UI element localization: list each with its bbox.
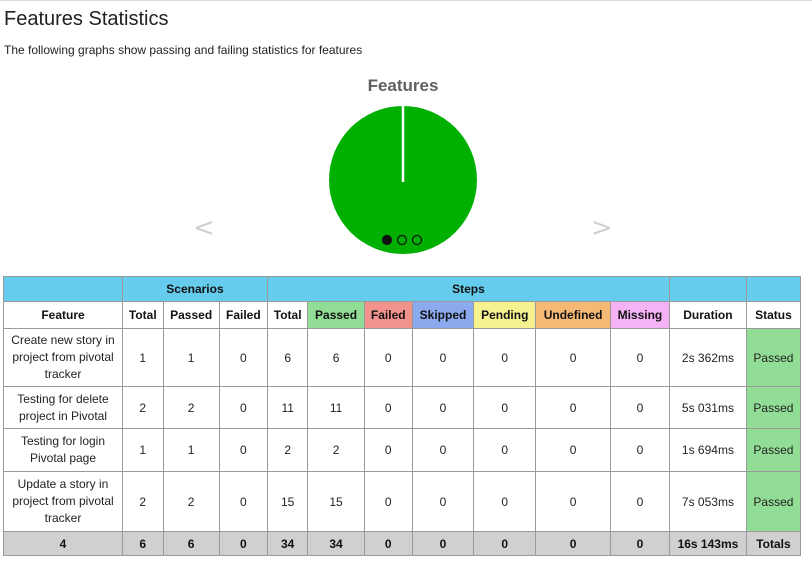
steps-pending-cell: 0 <box>473 386 537 429</box>
status-badge: Passed <box>745 428 802 472</box>
total-steps-undefined-cell: 0 <box>535 531 611 556</box>
status-badge: Passed <box>745 471 802 532</box>
steps-skipped-cell: 0 <box>411 471 475 532</box>
steps-failed-cell: 0 <box>363 328 413 387</box>
totals-row: 4 6 6 0 34 34 0 0 0 0 0 16s 143ms Totals <box>3 531 802 556</box>
column-header-steps-passed[interactable]: Passed <box>307 301 365 329</box>
scenarios-failed-cell: 0 <box>218 386 268 429</box>
feature-link[interactable]: Create new story in project from pivotal… <box>3 328 123 387</box>
steps-missing-cell: 0 <box>609 471 671 532</box>
feature-statistics-table: Scenarios Steps Feature Total Passed Fai… <box>3 276 802 556</box>
column-header-steps-missing[interactable]: Missing <box>609 301 671 329</box>
column-header-feature[interactable]: Feature <box>3 301 123 329</box>
totals-label-cell: Totals <box>745 531 802 556</box>
duration-cell: 7s 053ms <box>669 471 747 532</box>
scenarios-failed-cell: 0 <box>218 428 268 472</box>
steps-undefined-cell: 0 <box>535 328 611 387</box>
group-header-scenarios: Scenarios <box>122 276 268 302</box>
table-row: Create new story in project from pivotal… <box>3 328 802 387</box>
carousel-page-dot-1[interactable] <box>381 234 393 246</box>
duration-cell: 1s 694ms <box>669 428 747 472</box>
total-scenarios-failed-cell: 0 <box>218 531 268 556</box>
feature-link[interactable]: Testing for delete project in Pivotal <box>3 386 123 429</box>
steps-total-cell: 6 <box>266 328 309 387</box>
group-header-empty-duration <box>669 276 747 302</box>
column-header-scenarios-passed[interactable]: Passed <box>162 301 220 329</box>
total-steps-missing-cell: 0 <box>609 531 671 556</box>
steps-undefined-cell: 0 <box>535 471 611 532</box>
steps-missing-cell: 0 <box>609 428 671 472</box>
steps-pending-cell: 0 <box>473 428 537 472</box>
scenarios-total-cell: 2 <box>122 471 164 532</box>
chart-title: Features <box>367 76 439 95</box>
total-scenarios-total-cell: 6 <box>122 531 164 556</box>
steps-passed-cell: 11 <box>307 386 365 429</box>
table-column-header-row: Feature Total Passed Failed Total Passed… <box>3 301 802 329</box>
table-row: Testing for login Pivotal page 1 1 0 2 2… <box>3 428 802 472</box>
scenarios-passed-cell: 1 <box>162 428 220 472</box>
status-badge: Passed <box>745 386 802 429</box>
scenarios-failed-cell: 0 <box>218 471 268 532</box>
column-header-steps-total[interactable]: Total <box>266 301 309 329</box>
column-header-duration[interactable]: Duration <box>669 301 747 329</box>
steps-undefined-cell: 0 <box>535 386 611 429</box>
total-steps-skipped-cell: 0 <box>411 531 475 556</box>
group-header-steps: Steps <box>266 276 671 302</box>
total-steps-pending-cell: 0 <box>473 531 537 556</box>
carousel-prev-arrow-icon[interactable]: < <box>193 215 215 241</box>
feature-link[interactable]: Update a story in project from pivotal t… <box>3 471 123 532</box>
group-header-empty <box>3 276 123 302</box>
steps-missing-cell: 0 <box>609 328 671 387</box>
steps-total-cell: 15 <box>266 471 309 532</box>
steps-skipped-cell: 0 <box>411 386 475 429</box>
scenarios-passed-cell: 1 <box>162 328 220 387</box>
steps-passed-cell: 15 <box>307 471 365 532</box>
features-pie-chart[interactable] <box>320 100 486 266</box>
steps-skipped-cell: 0 <box>411 428 475 472</box>
total-steps-failed-cell: 0 <box>363 531 413 556</box>
total-steps-total-cell: 34 <box>266 531 309 556</box>
scenarios-total-cell: 2 <box>122 386 164 429</box>
scenarios-total-cell: 1 <box>122 328 164 387</box>
total-steps-passed-cell: 34 <box>307 531 365 556</box>
column-header-steps-pending[interactable]: Pending <box>473 301 537 329</box>
page-description: The following graphs show passing and fa… <box>4 43 363 57</box>
steps-undefined-cell: 0 <box>535 428 611 472</box>
table-row: Update a story in project from pivotal t… <box>3 471 802 532</box>
scenarios-failed-cell: 0 <box>218 328 268 387</box>
scenarios-total-cell: 1 <box>122 428 164 472</box>
feature-link[interactable]: Testing for login Pivotal page <box>3 428 123 472</box>
steps-passed-cell: 2 <box>307 428 365 472</box>
total-scenarios-passed-cell: 6 <box>162 531 220 556</box>
total-features-cell: 4 <box>3 531 123 556</box>
duration-cell: 2s 362ms <box>669 328 747 387</box>
group-header-empty-status <box>745 276 802 302</box>
column-header-status[interactable]: Status <box>745 301 802 329</box>
steps-skipped-cell: 0 <box>411 328 475 387</box>
steps-total-cell: 11 <box>266 386 309 429</box>
status-badge: Passed <box>745 328 802 387</box>
scenarios-passed-cell: 2 <box>162 386 220 429</box>
steps-failed-cell: 0 <box>363 471 413 532</box>
steps-failed-cell: 0 <box>363 428 413 472</box>
column-header-steps-failed[interactable]: Failed <box>363 301 413 329</box>
column-header-steps-undefined[interactable]: Undefined <box>535 301 611 329</box>
top-divider <box>0 0 812 1</box>
duration-cell: 5s 031ms <box>669 386 747 429</box>
scenarios-passed-cell: 2 <box>162 471 220 532</box>
column-header-scenarios-failed[interactable]: Failed <box>218 301 268 329</box>
table-row: Testing for delete project in Pivotal 2 … <box>3 386 802 429</box>
table-group-header-row: Scenarios Steps <box>3 276 802 302</box>
column-header-steps-skipped[interactable]: Skipped <box>411 301 475 329</box>
total-duration-cell: 16s 143ms <box>669 531 747 556</box>
steps-missing-cell: 0 <box>609 386 671 429</box>
steps-pending-cell: 0 <box>473 328 537 387</box>
page-title: Features Statistics <box>4 8 169 30</box>
steps-passed-cell: 6 <box>307 328 365 387</box>
steps-pending-cell: 0 <box>473 471 537 532</box>
steps-failed-cell: 0 <box>363 386 413 429</box>
steps-total-cell: 2 <box>266 428 309 472</box>
carousel-next-arrow-icon[interactable]: > <box>591 215 613 241</box>
column-header-scenarios-total[interactable]: Total <box>122 301 164 329</box>
